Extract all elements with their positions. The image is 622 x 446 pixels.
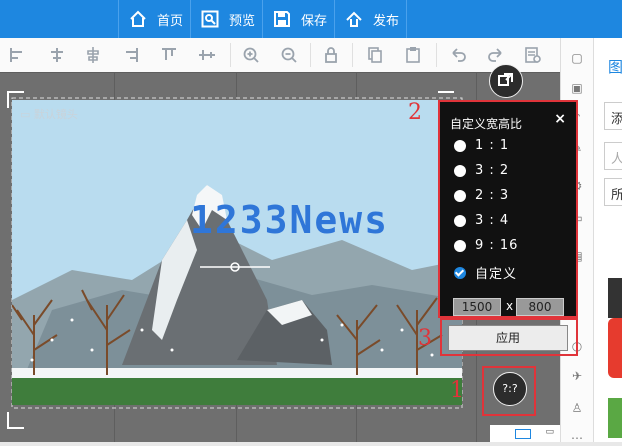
align-center-icon[interactable]: [48, 46, 66, 64]
plane-icon[interactable]: ✈: [569, 368, 585, 384]
apply-button[interactable]: 应用: [448, 325, 568, 351]
save-icon: [273, 10, 291, 28]
panel-search-placeholder: 人: [611, 152, 622, 167]
camera-icon: ▭: [20, 108, 31, 121]
preview-icon: [201, 10, 219, 28]
crosshair-icon: [200, 262, 270, 272]
distribute-icon[interactable]: [198, 46, 216, 64]
checked-radio-icon: [454, 266, 466, 279]
ratio-option-label: 1 : 1: [475, 138, 510, 153]
preview-button[interactable]: 预览: [190, 0, 262, 38]
fullscreen-icon: [498, 73, 513, 86]
publish-icon: [345, 10, 363, 28]
ratio-option-label: 2 : 3: [475, 188, 510, 203]
image-icon[interactable]: ▣: [569, 80, 585, 96]
toolbar-divider: [310, 43, 311, 67]
watermark-text: 1233News: [190, 198, 390, 242]
screen-icon: [515, 429, 531, 439]
radio-icon: [454, 164, 466, 177]
home-icon: [129, 10, 147, 28]
fullscreen-button[interactable]: [489, 64, 523, 98]
save-label: 保存: [301, 13, 328, 29]
ratio-option-2-3[interactable]: 2 : 3: [454, 188, 509, 203]
settings-icon[interactable]: [524, 46, 542, 64]
save-button[interactable]: 保存: [262, 0, 334, 38]
toolbar-divider: [230, 43, 231, 67]
ratio-option-3-4[interactable]: 3 : 4: [454, 213, 509, 228]
camera-label-text: 默认镜头: [33, 108, 78, 121]
copy-page-icon[interactable]: ▢: [569, 50, 585, 66]
width-input[interactable]: 1500: [453, 298, 501, 316]
editing-toolbar: [0, 38, 560, 73]
annotation-number: 1: [450, 378, 464, 403]
panel-add-button[interactable]: 添: [604, 102, 622, 130]
radio-icon: [454, 189, 466, 202]
height-input[interactable]: 800: [516, 298, 564, 316]
panel-search-input[interactable]: 人: [604, 142, 622, 170]
ratio-option-label: 自定义: [475, 267, 518, 282]
align-top-icon[interactable]: [160, 46, 178, 64]
annotation-number: 2: [408, 100, 422, 125]
panel-thumbnail[interactable]: [608, 398, 622, 438]
bottom-panel-tab[interactable]: ▭: [490, 425, 560, 442]
ratio-option-1-1[interactable]: 1 : 1: [454, 138, 509, 153]
panel-header: 图: [608, 58, 622, 76]
align-left-icon[interactable]: [8, 46, 26, 64]
align-vertical-center-icon[interactable]: [84, 46, 102, 64]
panel-filter-label: 所: [611, 188, 622, 203]
paste-icon[interactable]: [404, 46, 422, 64]
zoom-in-icon[interactable]: [242, 46, 260, 64]
redo-icon[interactable]: [486, 46, 504, 64]
copy-icon[interactable]: [366, 46, 384, 64]
person-icon[interactable]: ♙: [569, 400, 585, 416]
align-right-icon[interactable]: [122, 46, 140, 64]
panel-filter-select[interactable]: 所: [604, 178, 622, 206]
ratio-option-custom[interactable]: 自定义: [454, 263, 517, 282]
top-nav-bar: 首页 预览 保存 发布: [0, 0, 622, 38]
panel-add-label: 添: [611, 112, 622, 127]
zoom-out-icon[interactable]: [280, 46, 298, 64]
publish-label: 发布: [373, 13, 400, 29]
lock-icon[interactable]: [322, 46, 340, 64]
undo-icon[interactable]: [450, 46, 468, 64]
radio-icon: [454, 214, 466, 227]
preview-label: 预览: [229, 13, 256, 29]
ratio-option-3-2[interactable]: 3 : 2: [454, 163, 509, 178]
ratio-option-label: 9 : 16: [475, 238, 519, 253]
publish-button[interactable]: 发布: [334, 0, 406, 38]
aspect-ratio-button[interactable]: ?:?: [493, 372, 527, 406]
ratio-option-label: 3 : 4: [475, 213, 510, 228]
home-button[interactable]: 首页: [118, 0, 190, 38]
more-icon[interactable]: ⋯: [569, 430, 585, 446]
ratio-option-9-16[interactable]: 9 : 16: [454, 238, 518, 253]
radio-icon: [454, 239, 466, 252]
panel-thumbnail[interactable]: [608, 318, 622, 378]
nav-divider: [406, 0, 407, 38]
right-properties-panel: 图 添 人 所: [593, 38, 622, 442]
dimension-separator: x: [506, 299, 514, 313]
toolbar-divider: [436, 43, 437, 67]
ratio-highlight-box: ?:?: [482, 366, 536, 416]
minimize-icon[interactable]: ▭: [545, 427, 554, 437]
close-icon[interactable]: ×: [554, 111, 566, 127]
radio-icon: [454, 139, 466, 152]
ratio-option-label: 3 : 2: [475, 163, 510, 178]
annotation-number: 3: [418, 326, 432, 351]
panel-thumbnail[interactable]: [608, 278, 622, 318]
aspect-ratio-popup: 自定义宽高比 × 1 : 1 3 : 2 2 : 3 3 : 4 9 : 16 …: [438, 100, 578, 318]
toolbar-divider: [352, 43, 353, 67]
home-label: 首页: [157, 13, 184, 29]
camera-label: ▭ 默认镜头: [20, 106, 78, 122]
apply-highlight-box: 应用: [440, 318, 578, 356]
popup-title: 自定义宽高比: [450, 117, 523, 131]
